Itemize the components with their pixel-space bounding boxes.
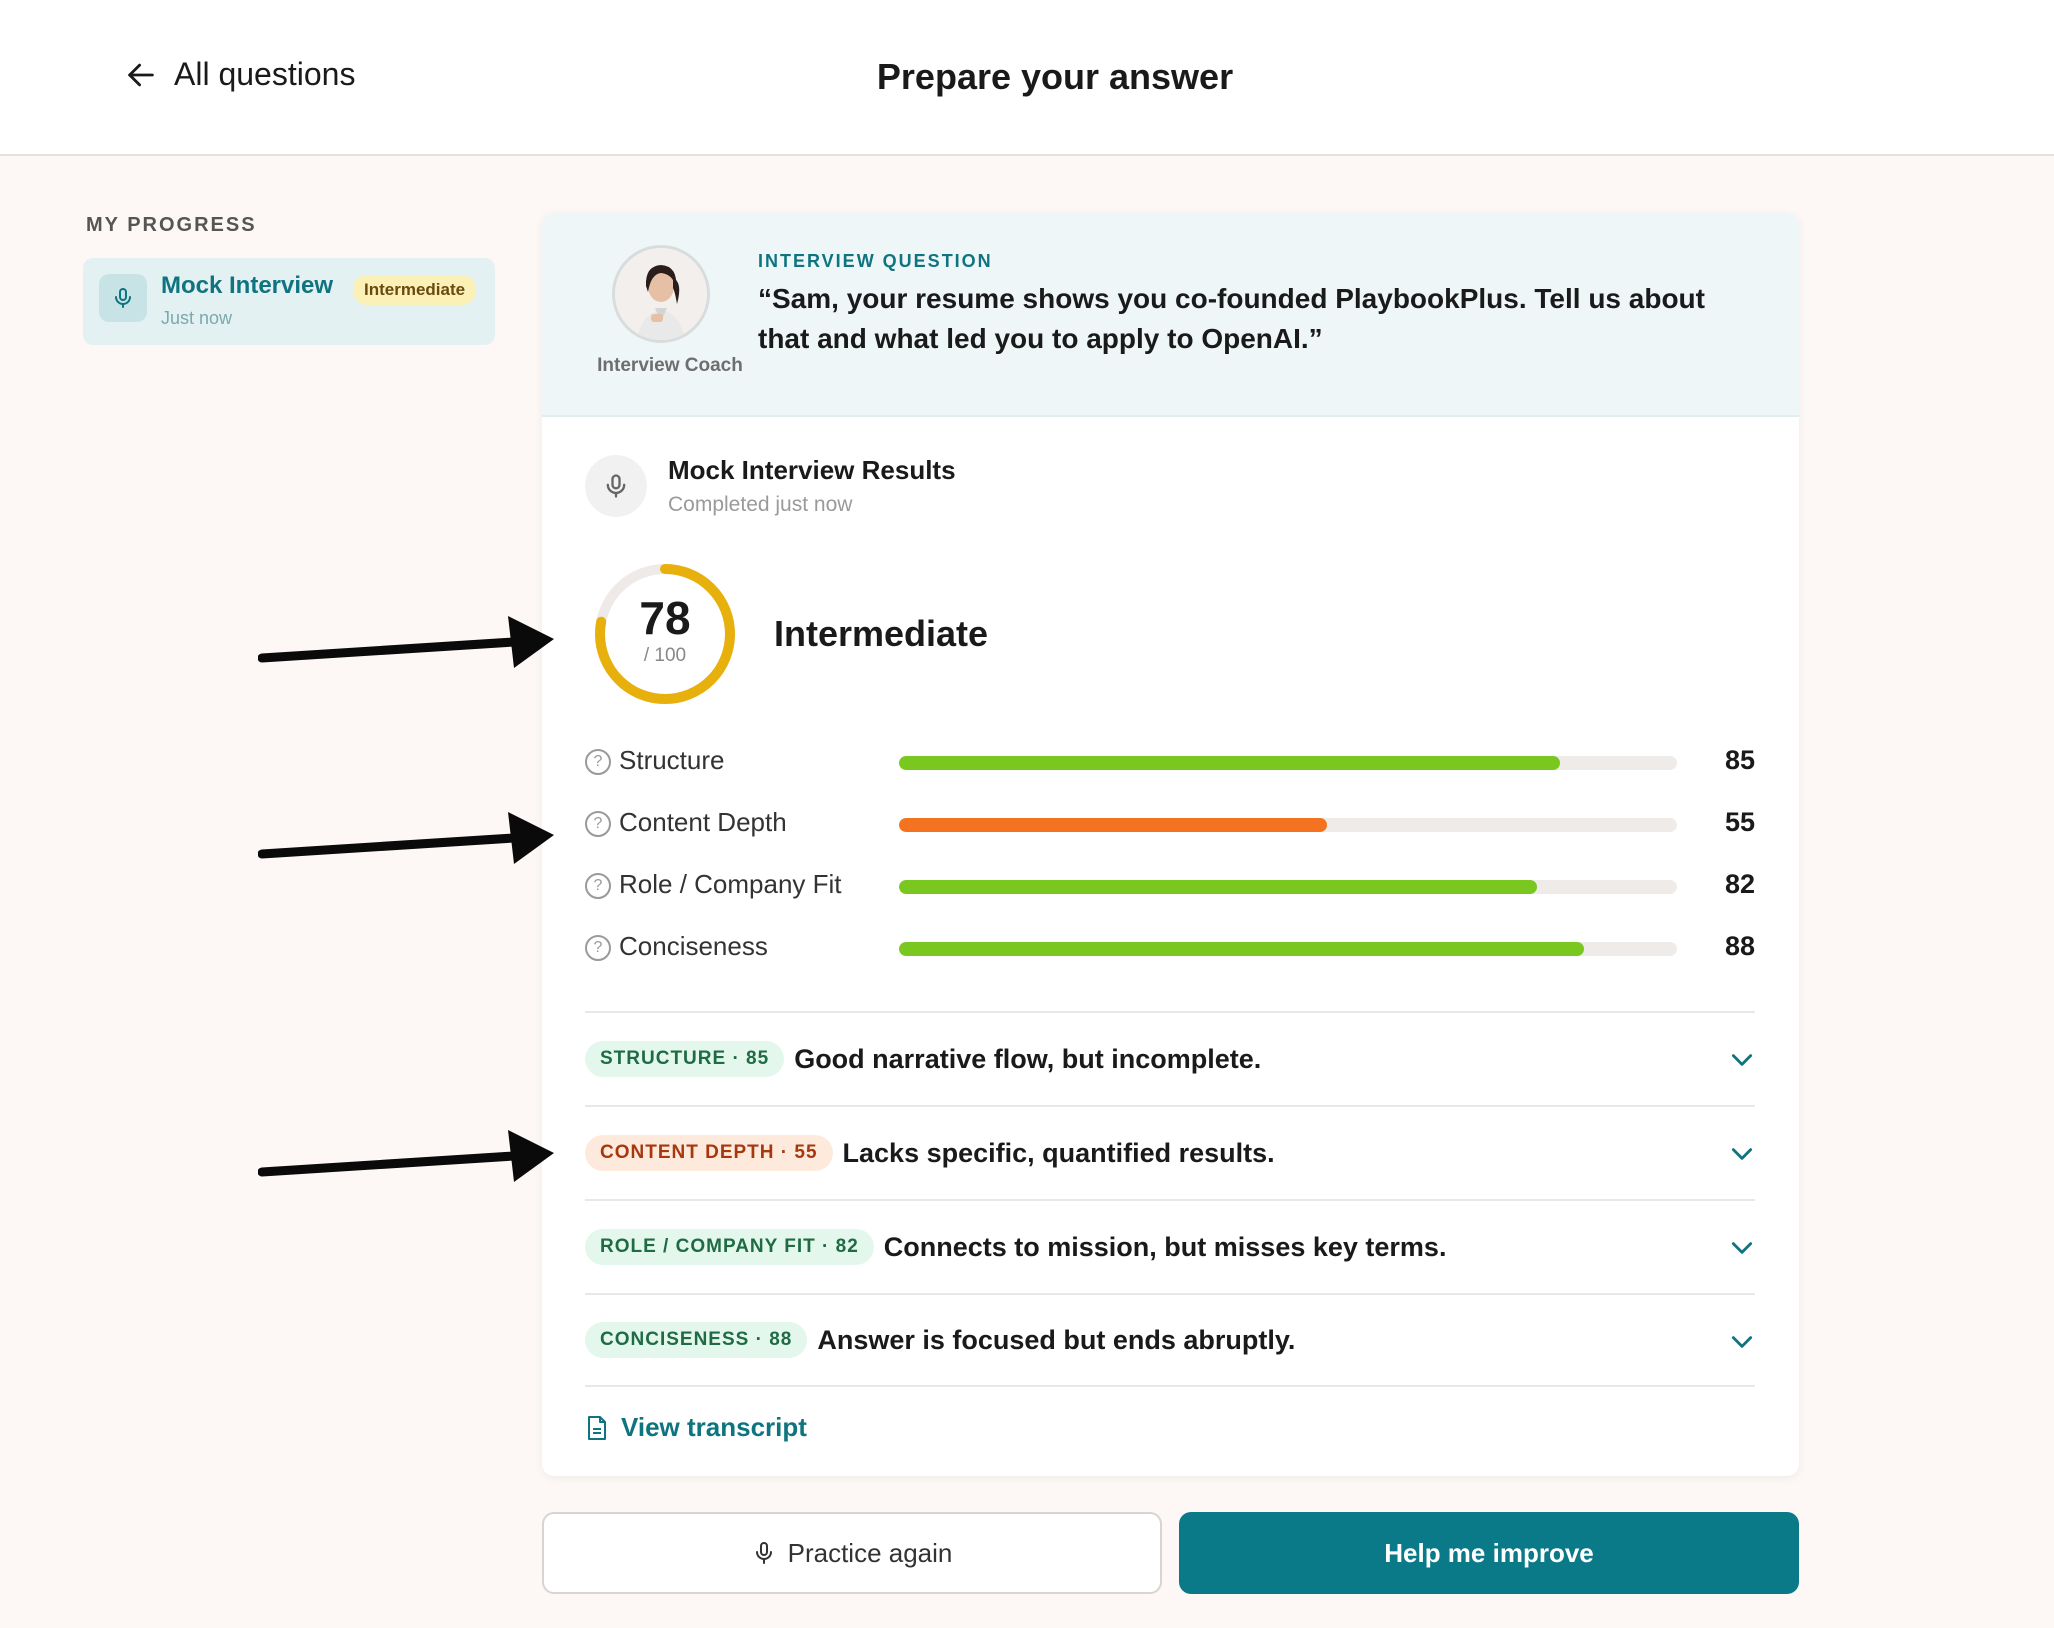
microphone-icon <box>99 274 147 322</box>
page-title: Prepare your answer <box>876 56 1234 97</box>
overall-score-gauge: 78 / 100 <box>592 561 738 707</box>
metric-row-conciseness: ? Conciseness 88 <box>585 927 1755 967</box>
my-progress-heading: MY PROGRESS <box>86 214 257 236</box>
score-max: / 100 <box>643 645 687 666</box>
progress-item-timestamp: Just now <box>161 308 233 328</box>
feedback-summary: Lacks specific, quantified results. <box>842 1137 1275 1168</box>
metric-label: Structure <box>619 745 725 775</box>
annotation-arrow-icon <box>258 812 554 864</box>
metric-label: Conciseness <box>619 931 768 961</box>
question-text: “Sam, your resume shows you co-founded P… <box>758 283 1705 354</box>
view-transcript-link[interactable]: View transcript <box>585 1412 807 1443</box>
help-me-improve-label: Help me improve <box>1384 1537 1594 1568</box>
top-header: All questions Prepare your answer <box>0 0 2054 156</box>
metric-bar-fill <box>899 756 1561 770</box>
feedback-summary: Answer is focused but ends abruptly. <box>817 1324 1296 1355</box>
coach-avatar <box>612 245 710 343</box>
annotation-arrow-icon <box>258 1130 554 1182</box>
metric-bar-fill <box>899 942 1584 956</box>
metric-bar-track <box>899 818 1677 832</box>
chevron-down-icon[interactable] <box>1729 1141 1755 1167</box>
metric-bar-track <box>899 756 1677 770</box>
progress-item-title: Mock Interview <box>161 272 334 299</box>
metric-label: Role / Company Fit <box>619 869 842 899</box>
level-label: Intermediate <box>774 613 989 654</box>
level-badge: Intermediate <box>353 275 477 305</box>
chevron-down-icon[interactable] <box>1729 1235 1755 1261</box>
metric-score: 85 <box>1724 745 1755 775</box>
metric-label: Content Depth <box>619 807 787 837</box>
results-title: Mock Interview Results <box>668 455 956 485</box>
feedback-tag: CONCISENESS · 88 <box>585 1322 808 1358</box>
help-icon[interactable]: ? <box>585 873 611 899</box>
feedback-row-role-company-fit[interactable]: ROLE / COMPANY FIT · 82 Connects to miss… <box>585 1199 1755 1293</box>
feedback-row-content-depth[interactable]: CONTENT DEPTH · 55 Lacks specific, quant… <box>585 1105 1755 1199</box>
annotation-arrow-icon <box>258 616 554 668</box>
view-transcript-label: View transcript <box>621 1412 807 1442</box>
coach-label: Interview Coach <box>597 355 743 376</box>
overall-score: 78 <box>639 592 691 644</box>
question-heading: INTERVIEW QUESTION <box>758 251 993 271</box>
metric-row-role-company-fit: ? Role / Company Fit 82 <box>585 865 1755 905</box>
practice-again-label: Practice again <box>787 1537 953 1568</box>
metric-bar-fill <box>899 880 1537 894</box>
results-timestamp: Completed just now <box>668 493 853 516</box>
feedback-summary: Connects to mission, but misses key term… <box>883 1231 1447 1262</box>
interview-question-section: Interview Coach INTERVIEW QUESTION “Sam,… <box>542 213 1799 417</box>
help-icon[interactable]: ? <box>585 935 611 961</box>
metric-score: 82 <box>1724 869 1755 899</box>
feedback-tag: CONTENT DEPTH · 55 <box>585 1135 833 1171</box>
metric-bar-track <box>899 942 1677 956</box>
microphone-icon <box>585 455 647 517</box>
microphone-icon <box>755 1542 772 1564</box>
metric-score: 88 <box>1724 931 1755 961</box>
help-icon[interactable]: ? <box>585 811 611 837</box>
feedback-row-conciseness[interactable]: CONCISENESS · 88 Answer is focused but e… <box>585 1293 1755 1387</box>
metric-bar-fill <box>899 818 1327 832</box>
feedback-list: STRUCTURE · 85 Good narrative flow, but … <box>585 1011 1755 1387</box>
feedback-row-structure[interactable]: STRUCTURE · 85 Good narrative flow, but … <box>585 1011 1755 1105</box>
results-card: Interview Coach INTERVIEW QUESTION “Sam,… <box>542 213 1799 1476</box>
chevron-down-icon[interactable] <box>1729 1329 1755 1355</box>
metric-row-structure: ? Structure 85 <box>585 741 1755 781</box>
feedback-tag: ROLE / COMPANY FIT · 82 <box>585 1229 874 1265</box>
metric-score: 55 <box>1724 807 1755 837</box>
feedback-tag: STRUCTURE · 85 <box>585 1041 785 1077</box>
metric-row-content-depth: ? Content Depth 55 <box>585 803 1755 843</box>
feedback-summary: Good narrative flow, but incomplete. <box>794 1043 1262 1074</box>
help-me-improve-button[interactable]: Help me improve <box>1179 1512 1799 1594</box>
metric-bar-track <box>899 880 1677 894</box>
chevron-down-icon[interactable] <box>1729 1047 1755 1073</box>
help-icon[interactable]: ? <box>585 749 611 775</box>
progress-item-mock-interview[interactable]: Mock Interview Just now Intermediate <box>83 258 495 345</box>
document-icon <box>588 1415 606 1440</box>
practice-again-button[interactable]: Practice again <box>542 1512 1162 1594</box>
